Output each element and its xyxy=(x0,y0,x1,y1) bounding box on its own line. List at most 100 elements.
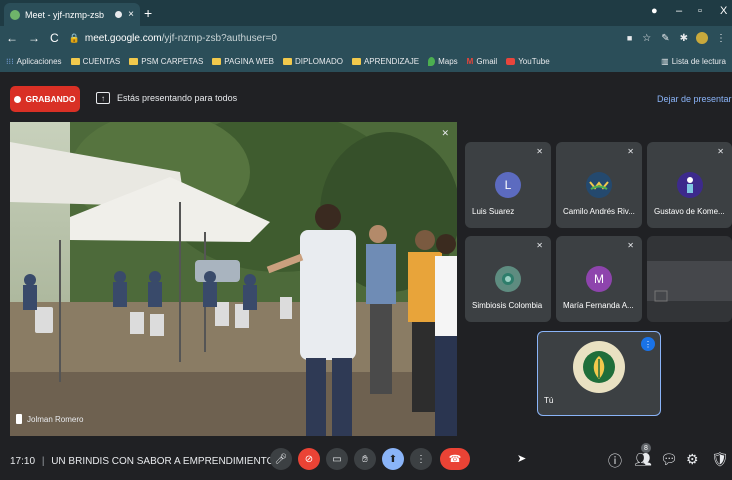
tab-title: Meet - yjf-nzmp-zsb xyxy=(25,9,105,20)
activities-icon[interactable]: ⚙︎ xyxy=(686,451,699,468)
address-toolbar: ← → C 🔒 meet.google.com /yjf-nzmp-zsb?au… xyxy=(0,26,732,50)
raise-hand-button[interactable]: ✋︎ xyxy=(354,448,376,470)
minimize-button[interactable]: – xyxy=(676,5,682,17)
reading-list[interactable]: ▥ Lista de lectura xyxy=(661,57,726,66)
bookmark-folder[interactable]: PSM CARPETAS xyxy=(129,57,203,66)
bookmark-folder[interactable]: APRENDIZAJE xyxy=(351,57,419,66)
tab-close-icon[interactable]: × xyxy=(128,9,134,20)
present-screen-icon: ↑ xyxy=(96,92,110,104)
presentation-thumbnail xyxy=(647,236,732,322)
avatar: L xyxy=(495,172,521,198)
hang-up-icon: ☎︎ xyxy=(448,453,462,465)
url-domain: meet.google.com xyxy=(84,32,162,44)
reload-icon[interactable]: C xyxy=(50,31,59,45)
main-video-tile[interactable]: Jolman Romero ✕ xyxy=(10,122,457,436)
mic-off-icon: ✕ xyxy=(536,241,543,250)
microphone-button[interactable]: 🎤︎ xyxy=(270,448,292,470)
captions-icon: ▭ xyxy=(332,453,342,465)
presentation-preview-tile[interactable] xyxy=(647,236,732,322)
address-bar[interactable]: 🔒 meet.google.com /yjf-nzmp-zsb?authuser… xyxy=(69,33,277,44)
maps-icon xyxy=(428,56,436,66)
menu-icon[interactable]: ⋮ xyxy=(716,33,726,44)
participant-tile[interactable]: ✕ Gustavo de Kome... xyxy=(647,142,732,228)
bookmarks-bar: ⁝⁝⁝ Aplicaciones CUENTAS PSM CARPETAS PAG… xyxy=(0,50,732,72)
logo-icon xyxy=(589,181,609,190)
meeting-time-title: 17:10 | UN BRINDIS CON SABOR A EMPRENDIM… xyxy=(10,456,275,467)
lock-icon: 🔒 xyxy=(68,32,80,43)
present-icon: ⬆ xyxy=(388,453,398,465)
more-options-button[interactable]: ⋮ xyxy=(410,448,432,470)
record-dot-icon xyxy=(14,95,22,103)
mic-off-icon: ✕ xyxy=(441,128,449,138)
outdoor-event-photo xyxy=(10,122,457,436)
more-vert-icon: ⋮ xyxy=(416,453,426,465)
bookmark-youtube[interactable]: YouTube xyxy=(506,57,550,66)
mic-icon: 🎤︎ xyxy=(274,453,288,465)
avatar xyxy=(495,266,521,292)
meeting-info-icon[interactable]: ⓘ xyxy=(608,451,622,471)
self-label: Tú xyxy=(544,396,554,405)
stop-presenting-button[interactable]: Dejar de presentar xyxy=(657,94,732,104)
mic-off-icon: ✕ xyxy=(627,147,634,156)
speaking-indicator-icon: ⋮ xyxy=(641,337,655,351)
camera-icon[interactable]: ■ xyxy=(627,33,632,43)
camera-off-button[interactable]: ⊘ xyxy=(298,448,320,470)
back-icon[interactable]: ← xyxy=(6,31,18,45)
reading-list-icon: ▥ xyxy=(661,56,669,66)
folder-icon xyxy=(212,57,222,65)
participant-name: Simbiosis Colombia xyxy=(472,301,543,310)
participant-tile[interactable]: ✕ Simbiosis Colombia xyxy=(465,236,551,322)
recording-indicator-icon xyxy=(115,11,123,18)
maximize-button[interactable]: ▫ xyxy=(698,5,702,17)
avatar xyxy=(676,172,703,198)
close-window-button[interactable]: X xyxy=(720,5,727,17)
mic-off-icon: ✕ xyxy=(536,147,543,156)
people-icon[interactable]: 👥︎ xyxy=(634,451,652,468)
presenting-text: Estás presentando para todos xyxy=(117,93,238,103)
chat-icon[interactable]: 💬︎ xyxy=(660,451,678,468)
logo-icon xyxy=(502,273,514,285)
avatar: M xyxy=(586,266,612,292)
self-avatar xyxy=(573,341,625,393)
pin-icon xyxy=(16,414,22,424)
mic-off-icon: ✕ xyxy=(627,241,634,250)
participant-name: Luis Suarez xyxy=(472,207,515,216)
browser-tab[interactable]: Meet - yjf-nzmp-zsb × xyxy=(4,3,140,26)
recording-button[interactable]: GRABANDO xyxy=(10,86,80,112)
participants-count-badge: 8 xyxy=(641,443,651,453)
folder-icon xyxy=(351,57,361,65)
extension-icon[interactable]: ✎ xyxy=(661,33,669,44)
bookmark-folder[interactable]: CUENTAS xyxy=(70,57,120,66)
participant-tile[interactable]: ✕ Camilo Andrés Riv... xyxy=(556,142,642,228)
avatar xyxy=(586,172,612,198)
star-icon[interactable]: ☆ xyxy=(642,33,651,44)
mic-off-icon: ✕ xyxy=(717,147,724,156)
host-controls-icon[interactable]: 🛡︎ xyxy=(711,451,729,468)
participant-tile[interactable]: ✕ L Luis Suarez xyxy=(465,142,551,228)
participant-name: Camilo Andrés Riv... xyxy=(563,207,635,216)
self-tile[interactable]: ⋮ Tú xyxy=(537,331,661,416)
gmail-icon: M xyxy=(466,56,474,66)
new-tab-button[interactable]: + xyxy=(144,5,152,21)
bookmark-maps[interactable]: Maps xyxy=(428,56,458,66)
logo-icon xyxy=(686,177,693,193)
forward-icon[interactable]: → xyxy=(28,31,40,45)
profile-dot-icon[interactable]: ● xyxy=(651,5,658,17)
puzzle-icon[interactable]: ✱ xyxy=(680,33,688,44)
participant-name: Gustavo de Kome... xyxy=(654,207,725,216)
present-button[interactable]: ⬆ xyxy=(382,448,404,470)
leaf-logo-icon xyxy=(583,351,615,383)
captions-button[interactable]: ▭ xyxy=(326,448,348,470)
bookmark-gmail[interactable]: M Gmail xyxy=(467,57,498,66)
profile-avatar[interactable] xyxy=(696,32,708,44)
camera-off-icon: ⊘ xyxy=(304,453,314,465)
folder-icon xyxy=(282,57,292,65)
leave-call-button[interactable]: ☎︎ xyxy=(440,448,470,470)
bookmark-apps[interactable]: ⁝⁝⁝ Aplicaciones xyxy=(6,57,62,66)
mouse-cursor-icon: ➤ xyxy=(517,453,527,465)
bookmark-folder[interactable]: PAGINA WEB xyxy=(212,57,274,66)
folder-icon xyxy=(129,57,139,65)
url-path: /yjf-nzmp-zsb?authuser=0 xyxy=(161,32,277,44)
bookmark-folder[interactable]: DIPLOMADO xyxy=(282,57,343,66)
participant-tile[interactable]: ✕ M María Fernanda A... xyxy=(556,236,642,322)
